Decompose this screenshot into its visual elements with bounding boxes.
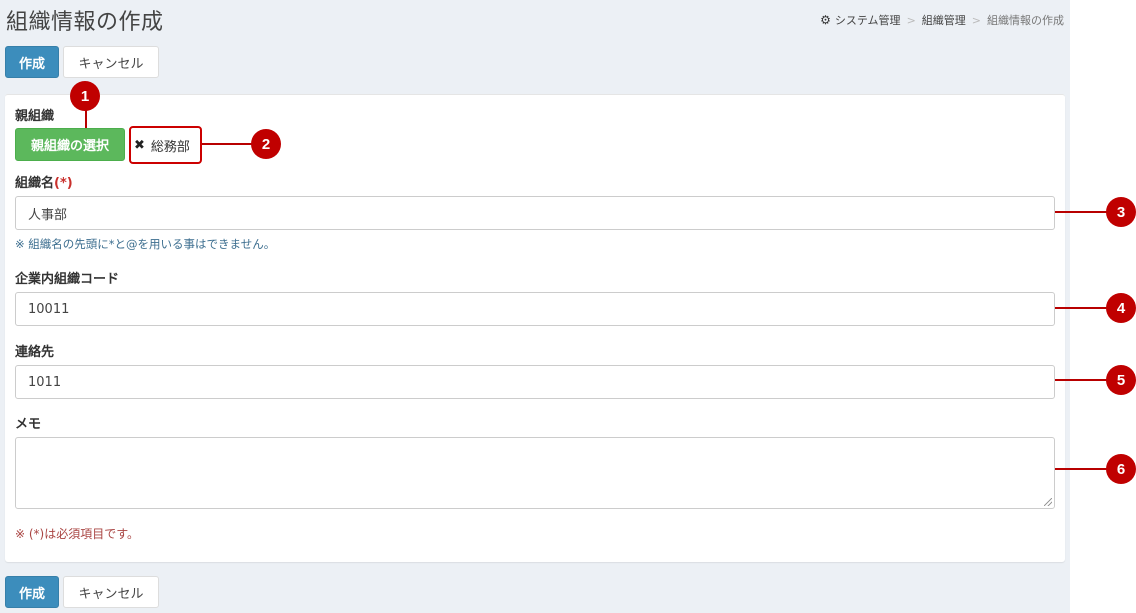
callout-line-3 [1055, 211, 1107, 213]
breadcrumb-system-admin[interactable]: システム管理 [835, 12, 901, 28]
org-name-input[interactable]: 人事部 [15, 196, 1055, 230]
bottom-action-bar: 作成 キャンセル [5, 576, 159, 608]
cancel-button[interactable]: キャンセル [63, 46, 159, 78]
breadcrumb: ⚙ システム管理 > 組織管理 > 組織情報の作成 [820, 12, 1064, 28]
close-icon[interactable]: ✖ [134, 138, 145, 153]
org-code-label: 企業内組織コード [15, 272, 120, 287]
org-name-label: 組織名(*) [15, 172, 73, 191]
breadcrumb-separator: > [906, 13, 916, 27]
required-note: ※ (*)は必須項目です。 [15, 527, 140, 541]
parent-org-label: 親組織 [15, 109, 55, 124]
callout-2: 2 [251, 129, 281, 159]
memo-textarea[interactable] [15, 437, 1055, 509]
callout-6: 6 [1106, 454, 1136, 484]
callout-line-5 [1055, 379, 1107, 381]
create-button[interactable]: 作成 [5, 46, 59, 78]
callout-3: 3 [1106, 197, 1136, 227]
callout-4: 4 [1106, 293, 1136, 323]
callout-5: 5 [1106, 365, 1136, 395]
gear-icon: ⚙ [820, 13, 831, 27]
callout-line-1 [85, 108, 87, 128]
callout-line-2 [202, 143, 252, 145]
form-panel: 親組織 親組織の選択 ✖ 総務部 組織名(*) 人事部 ※ 組織名の先頭に*と@… [5, 94, 1065, 562]
breadcrumb-separator: > [971, 13, 981, 27]
memo-label: メモ [15, 417, 42, 432]
callout-1: 1 [70, 81, 100, 111]
selected-parent-org: ✖ 総務部 [129, 126, 202, 164]
callout-line-6 [1055, 468, 1107, 470]
breadcrumb-current: 組織情報の作成 [987, 14, 1064, 27]
callout-line-4 [1055, 307, 1107, 309]
select-parent-org-button[interactable]: 親組織の選択 [15, 128, 125, 161]
required-mark: (*) [54, 176, 73, 191]
contact-label: 連絡先 [15, 345, 55, 360]
top-action-bar: 作成 キャンセル [5, 46, 159, 78]
org-name-label-text: 組織名 [15, 176, 55, 191]
breadcrumb-org-admin[interactable]: 組織管理 [922, 12, 966, 28]
org-code-input[interactable]: 10011 [15, 292, 1055, 326]
create-button[interactable]: 作成 [5, 576, 59, 608]
selected-parent-org-name: 総務部 [150, 139, 190, 155]
cancel-button[interactable]: キャンセル [63, 576, 159, 608]
contact-input[interactable]: 1011 [15, 365, 1055, 399]
org-name-help-text: ※ 組織名の先頭に*と@を用いる事はできません。 [15, 237, 276, 251]
resize-handle[interactable] [1044, 498, 1052, 506]
page-title: 組織情報の作成 [6, 10, 164, 35]
